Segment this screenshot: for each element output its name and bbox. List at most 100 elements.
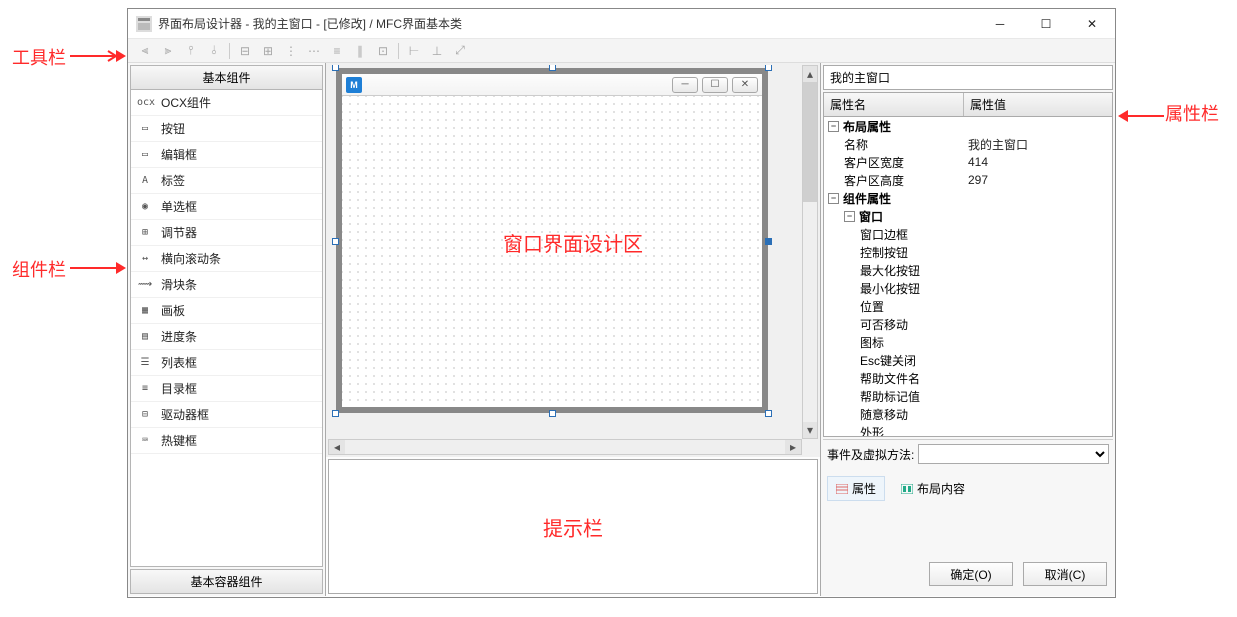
props-body: −布局属性名称我的主窗口客户区宽度414客户区高度297−组件属性−窗口窗口边框… [823,117,1113,437]
resize-handle[interactable] [765,410,772,417]
resize-handle[interactable] [332,65,339,71]
prop-group[interactable]: −窗口 [824,207,1112,225]
align-bottom-icon[interactable]: ⫰ [203,41,225,61]
canvas-close-icon[interactable]: ✕ [732,77,758,93]
container-components-header[interactable]: 基本容器组件 [130,569,323,594]
resize-handle[interactable] [549,65,556,71]
prop-row[interactable]: 客户区宽度414 [824,153,1112,171]
scroll-down-icon[interactable]: ▾ [803,422,817,438]
component-item[interactable]: ⊟驱动器框 [131,402,322,428]
component-item[interactable]: ▭编辑框 [131,142,322,168]
arrow-components [70,260,126,276]
prop-row[interactable]: 最大化按钮 [824,261,1112,279]
cancel-button[interactable]: 取消(C) [1023,562,1107,586]
resize-handle[interactable] [332,238,339,245]
center-v-icon[interactable]: ⊥ [426,41,448,61]
prop-value[interactable]: 297 [964,173,1112,187]
align-v-center-icon[interactable]: ⊞ [257,41,279,61]
scroll-left-icon[interactable]: ◂ [329,440,345,454]
prop-row[interactable]: 帮助标记值 [824,387,1112,405]
prop-row[interactable]: Esc键关闭 [824,351,1112,369]
resize-handle[interactable] [765,65,772,71]
hint-panel: 提示栏 [328,459,818,594]
tab-properties[interactable]: 属性 [827,476,885,501]
component-item[interactable]: ↔横向滚动条 [131,246,322,272]
close-button[interactable]: ✕ [1069,9,1115,38]
component-item[interactable]: ▤进度条 [131,324,322,350]
scroll-right-icon[interactable]: ▸ [785,440,801,454]
canvas-maximize-icon[interactable]: ☐ [702,77,728,93]
prop-row[interactable]: 帮助文件名 [824,369,1112,387]
same-height-icon[interactable]: ∥ [349,41,371,61]
prop-value[interactable]: 我的主窗口 [964,136,1112,153]
prop-row[interactable]: 可否移动 [824,315,1112,333]
component-icon: ⌨ [137,435,153,446]
arrow-props [1118,108,1164,124]
prop-group[interactable]: −布局属性 [824,117,1112,135]
minimize-button[interactable]: ─ [977,9,1023,38]
prop-row[interactable]: 客户区高度297 [824,171,1112,189]
prop-row[interactable]: 名称我的主窗口 [824,135,1112,153]
event-select[interactable] [918,444,1109,464]
tab-layout-content[interactable]: 布局内容 [893,476,973,501]
collapse-icon[interactable]: − [844,211,855,222]
align-right-icon[interactable]: ⫸ [157,41,179,61]
component-icon: ≡ [137,383,153,394]
dist-v-icon[interactable]: ⋯ [303,41,325,61]
toolbar: ⫷ ⫸ ⫯ ⫰ ⊟ ⊞ ⋮ ⋯ ≡ ∥ ⊡ ⊢ ⊥ ⤢ [128,39,1115,63]
collapse-icon[interactable]: − [828,193,839,204]
prop-row[interactable]: 图标 [824,333,1112,351]
prop-row[interactable]: 窗口边框 [824,225,1112,243]
components-panel: 基本组件 ocxOCX组件▭按钮▭编辑框A标签◉单选框⊞调节器↔横向滚动条⟿滑块… [128,63,326,596]
prop-name: 帮助标记值 [824,388,964,405]
resize-handle[interactable] [765,238,772,245]
same-width-icon[interactable]: ≡ [326,41,348,61]
collapse-icon[interactable]: − [828,121,839,132]
col-name: 属性名 [824,93,964,116]
components-list: ocxOCX组件▭按钮▭编辑框A标签◉单选框⊞调节器↔横向滚动条⟿滑块条▦画板▤… [130,90,323,567]
canvas-minimize-icon[interactable]: ─ [672,77,698,93]
component-item[interactable]: ⌨热键框 [131,428,322,454]
prop-row[interactable]: 外形 [824,423,1112,437]
component-item[interactable]: ocxOCX组件 [131,90,322,116]
component-item[interactable]: ⊞调节器 [131,220,322,246]
component-item[interactable]: ◉单选框 [131,194,322,220]
prop-row[interactable]: 随意移动 [824,405,1112,423]
prop-group[interactable]: −组件属性 [824,189,1112,207]
basic-components-header[interactable]: 基本组件 [130,65,323,90]
component-label: 按钮 [161,120,185,137]
window-title: 界面布局设计器 - 我的主窗口 - [已修改] / MFC界面基本类 [158,15,977,32]
titlebar[interactable]: 界面布局设计器 - 我的主窗口 - [已修改] / MFC界面基本类 ─ ☐ ✕ [128,9,1115,39]
prop-value[interactable]: 414 [964,155,1112,169]
component-item[interactable]: ▭按钮 [131,116,322,142]
maximize-button[interactable]: ☐ [1023,9,1069,38]
component-item[interactable]: ▦画板 [131,298,322,324]
design-vscrollbar[interactable]: ▴ ▾ [802,65,818,439]
selected-object-name: 我的主窗口 [823,65,1113,90]
design-hscrollbar[interactable]: ◂ ▸ [328,439,802,455]
component-item[interactable]: A标签 [131,168,322,194]
align-h-center-icon[interactable]: ⊟ [234,41,256,61]
resize-handle[interactable] [549,410,556,417]
component-item[interactable]: ≡目录框 [131,376,322,402]
prop-row[interactable]: 最小化按钮 [824,279,1112,297]
component-item[interactable]: ☰列表框 [131,350,322,376]
prop-name: −布局属性 [824,118,964,135]
prop-name: 随意移动 [824,406,964,423]
test-icon[interactable]: ⤢ [449,41,471,61]
dist-h-icon[interactable]: ⋮ [280,41,302,61]
prop-row[interactable]: 位置 [824,297,1112,315]
annotation-components: 组件栏 [12,256,66,282]
canvas-titlebar[interactable]: M ─ ☐ ✕ [342,74,762,96]
resize-handle[interactable] [332,410,339,417]
ok-button[interactable]: 确定(O) [929,562,1013,586]
design-area[interactable]: M ─ ☐ ✕ 窗口界面设计区 ▴ ▾ [326,63,820,457]
same-size-icon[interactable]: ⊡ [372,41,394,61]
prop-row[interactable]: 控制按钮 [824,243,1112,261]
component-item[interactable]: ⟿滑块条 [131,272,322,298]
scroll-up-icon[interactable]: ▴ [803,66,817,82]
align-top-icon[interactable]: ⫯ [180,41,202,61]
align-left-icon[interactable]: ⫷ [134,41,156,61]
scroll-thumb[interactable] [803,82,817,202]
center-h-icon[interactable]: ⊢ [403,41,425,61]
